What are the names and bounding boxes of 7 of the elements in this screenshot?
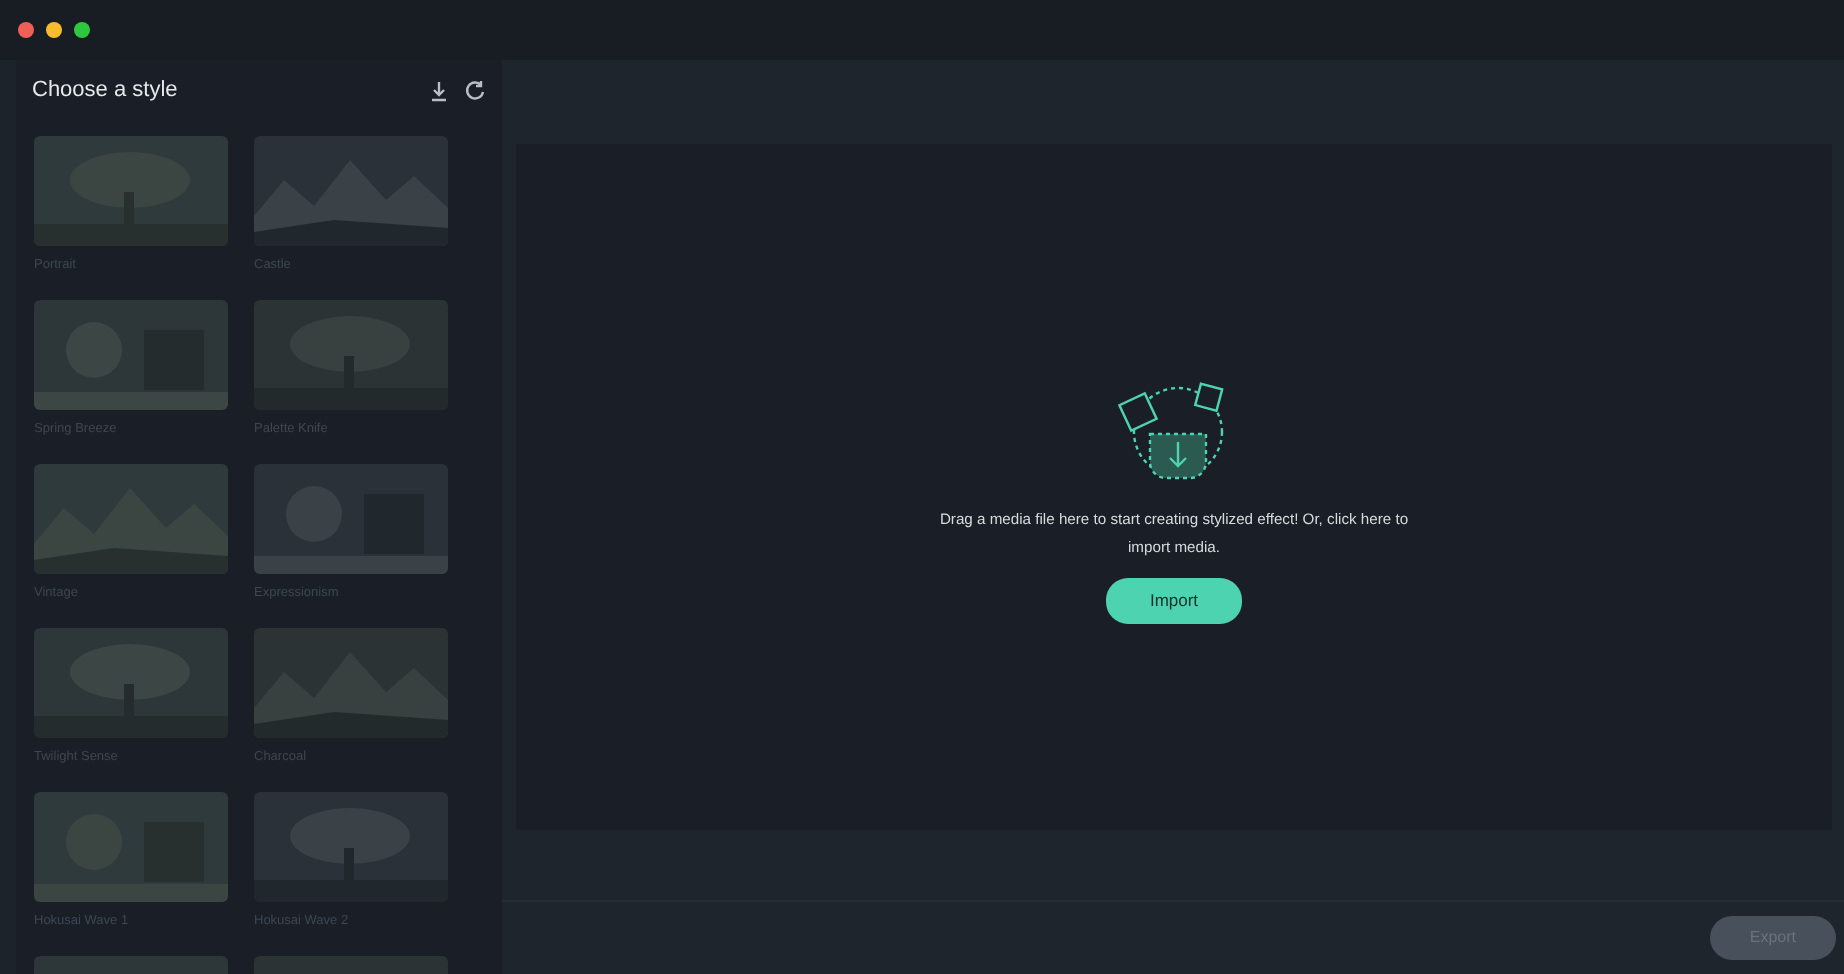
window-button[interactable] bbox=[46, 22, 62, 38]
import-button[interactable]: Import bbox=[1105, 578, 1243, 624]
panel-title: Choose a style bbox=[32, 75, 178, 106]
refresh-icon[interactable] bbox=[464, 79, 486, 101]
window-button[interactable] bbox=[74, 22, 90, 38]
window-button[interactable] bbox=[18, 22, 34, 38]
download-icon[interactable] bbox=[430, 79, 448, 101]
